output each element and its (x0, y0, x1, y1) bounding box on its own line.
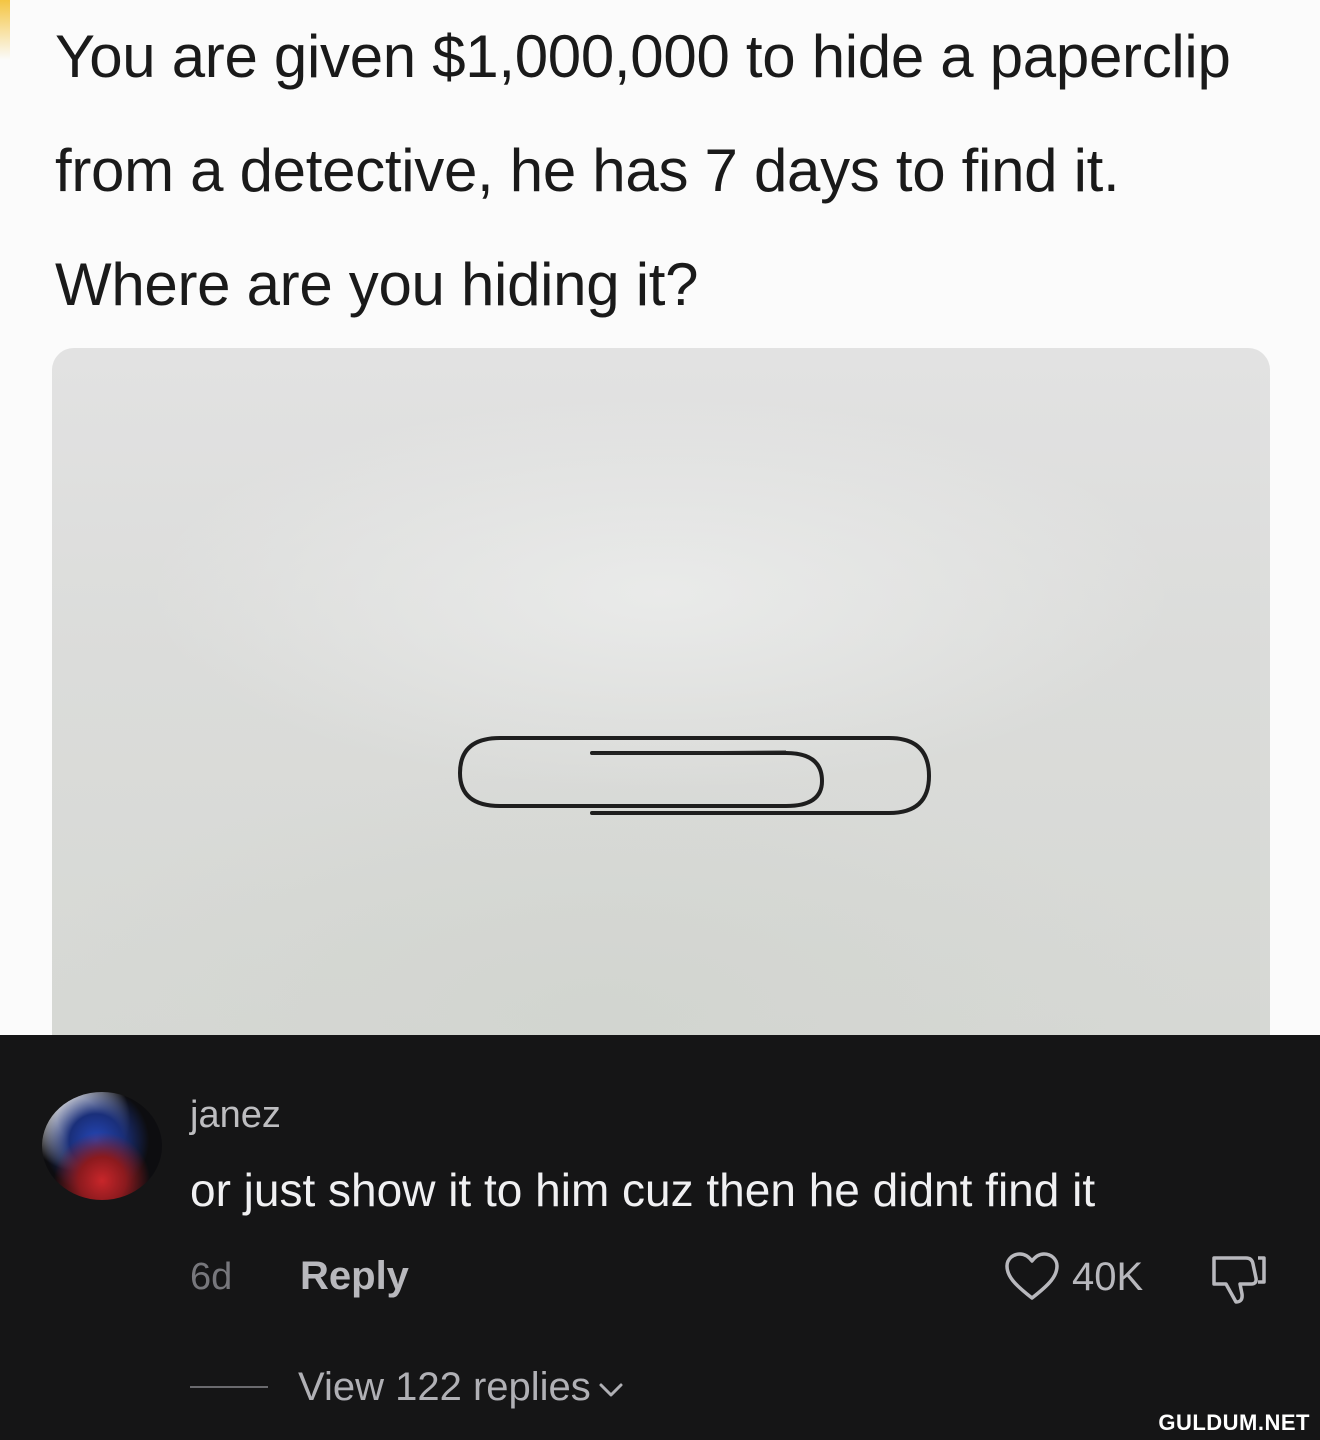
post-image[interactable] (52, 348, 1270, 1048)
comment-age: 6d (190, 1256, 233, 1298)
paperclip-image (458, 736, 931, 815)
reply-button[interactable]: Reply (300, 1250, 409, 1302)
watermark: GULDUM.NET (1158, 1410, 1310, 1435)
thumbs-down-outline-icon (1212, 1256, 1266, 1304)
post-question: You are given $1,000,000 to hide a paper… (55, 23, 1231, 318)
post-panel: You are given $1,000,000 to hide a paper… (0, 0, 1320, 1048)
view-replies-label: View 122 replies (298, 1365, 591, 1409)
avatar[interactable] (42, 1092, 162, 1200)
accent-mark (0, 0, 10, 60)
chevron-down-icon (599, 1383, 623, 1397)
replies-divider (190, 1386, 268, 1388)
comment-text: or just show it to him cuz then he didnt… (190, 1164, 1096, 1216)
heart-outline-icon (1005, 1252, 1059, 1300)
comment-username[interactable]: janez (190, 1092, 281, 1138)
dislike-button[interactable] (1208, 1252, 1270, 1311)
like-count: 40K (1072, 1255, 1144, 1299)
like-button[interactable]: 40K (1004, 1252, 1143, 1302)
view-replies-button[interactable]: View 122 replies (190, 1362, 625, 1412)
